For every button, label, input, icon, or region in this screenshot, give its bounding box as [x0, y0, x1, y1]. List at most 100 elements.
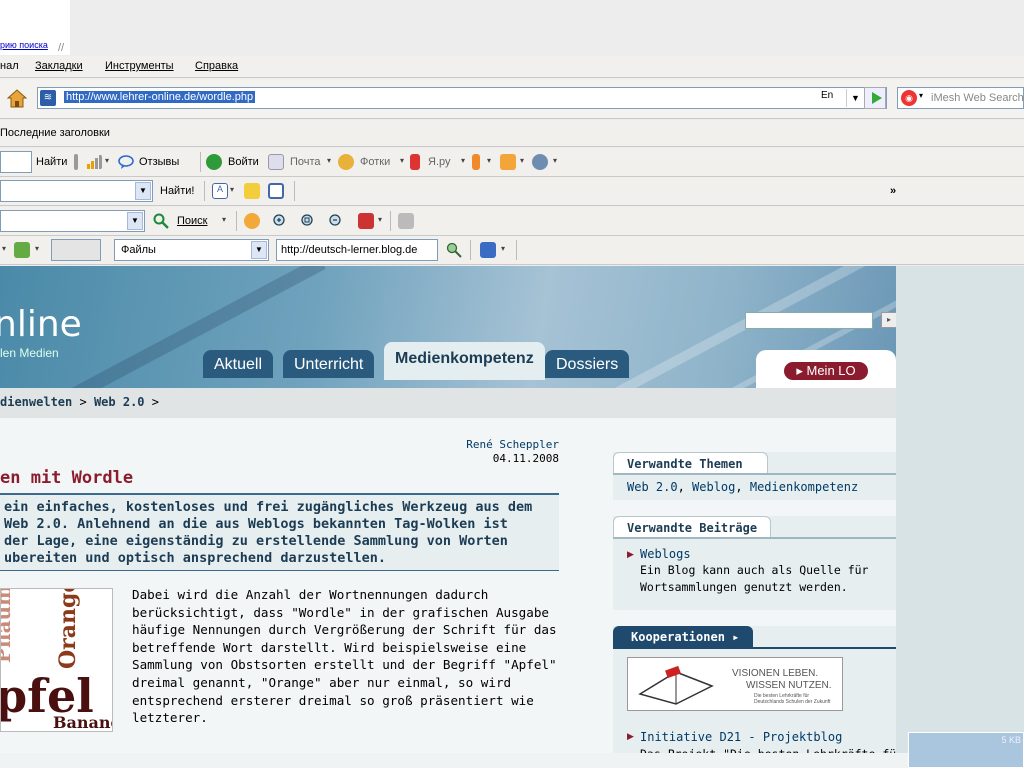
smiley-icon[interactable]	[244, 213, 260, 229]
photos-caret-icon[interactable]: ▾	[400, 156, 404, 165]
resize-grip-icon[interactable]: //	[58, 42, 64, 54]
settings-icon[interactable]	[532, 154, 548, 170]
search-icon[interactable]	[153, 213, 169, 229]
tab-aktuell[interactable]: Aktuell	[203, 350, 274, 378]
topic-link-web20[interactable]: Web 2.0	[627, 480, 678, 494]
toolbar-search-dropdown-2[interactable]: ▼	[127, 212, 143, 230]
visionen-banner[interactable]: VISIONEN LEBEN. WISSEN NUTZEN. Die beste…	[627, 657, 843, 711]
toolbar-search-input-2[interactable]: ▼	[0, 210, 145, 232]
imesh-icon[interactable]: ◉	[901, 90, 917, 106]
mail-icon[interactable]	[268, 154, 284, 170]
web-search-box[interactable]: ◉ ▾ iMesh Web Search	[897, 87, 1024, 109]
zoom-out-icon[interactable]	[328, 213, 344, 229]
site-logo[interactable]: nline	[0, 304, 82, 345]
visionen-small: Deutschlands Schulen der Zukunft	[754, 699, 831, 705]
body-line: häufige Nennungen durch Vergrößerung der…	[132, 622, 557, 638]
folder-caret-icon[interactable]: ▾	[520, 156, 524, 165]
home-icon[interactable]	[6, 87, 28, 109]
mail-button[interactable]: Почта	[290, 156, 321, 168]
site-search-go-icon[interactable]: ▸	[881, 312, 896, 328]
login-icon[interactable]	[206, 154, 222, 170]
menu-bookmarks[interactable]: Закладки	[35, 60, 83, 72]
yaru-caret-icon[interactable]: ▾	[461, 156, 465, 165]
speech-bubble-icon[interactable]	[118, 154, 134, 170]
highlighter-icon[interactable]	[244, 183, 260, 199]
address-bar[interactable]: ≋ http://www.lehrer-online.de/wordle.php…	[37, 87, 887, 109]
address-url-text[interactable]: http://www.lehrer-online.de/wordle.php	[64, 91, 256, 103]
plugin-caret-icon[interactable]: ▾	[35, 244, 39, 253]
menu-bookmarks-label: Закладки	[35, 60, 83, 72]
drag-handle-icon[interactable]	[74, 154, 78, 170]
visionen-line: WISSEN NUTZEN.	[746, 680, 832, 691]
settings-caret-icon[interactable]: ▾	[553, 156, 557, 165]
go-button[interactable]	[864, 87, 886, 109]
cooperations-title[interactable]: Kooperationen ▸	[613, 626, 753, 648]
search-caret-icon[interactable]: ▾	[222, 215, 226, 224]
menu-journal[interactable]: нал	[0, 60, 19, 72]
magnifier-icon[interactable]	[446, 242, 462, 258]
post-link-weblogs[interactable]: Weblogs	[640, 547, 691, 561]
search-history-link[interactable]: рию поиска	[0, 40, 48, 50]
yaru-button[interactable]: Я.ру	[428, 156, 451, 168]
zoom-fit-icon[interactable]	[300, 213, 316, 229]
photos-icon[interactable]	[338, 154, 354, 170]
topic-link-medienkompetenz[interactable]: Medienkompetenz	[750, 480, 858, 494]
topic-link-weblog[interactable]: Weblog	[692, 480, 735, 494]
tab-unterricht[interactable]: Unterricht	[283, 350, 375, 378]
files-select-dropdown[interactable]: ▼	[251, 241, 267, 259]
breadcrumb-trail: dienwelten > Web 2.0 >	[0, 395, 159, 409]
hand-button[interactable]	[51, 239, 101, 261]
post-description: Wortsammlungen genutzt werden.	[640, 580, 848, 594]
lead-line: ein einfaches, kostenloses und frei zugä…	[4, 499, 533, 515]
reviews-button[interactable]: Отзывы	[139, 156, 179, 168]
left-caret-icon[interactable]: ▾	[2, 244, 6, 253]
url-field[interactable]: http://deutsch-lerner.blog.de	[276, 239, 438, 261]
font-size-caret-icon[interactable]: ▾	[230, 185, 234, 194]
font-size-icon[interactable]: A	[212, 183, 228, 199]
download-arrow-icon[interactable]	[480, 242, 496, 258]
folder-icon[interactable]	[500, 154, 516, 170]
yandex-search-input[interactable]	[0, 151, 32, 173]
toolbar-overflow-button[interactable]: »	[890, 185, 896, 197]
pencil-icon[interactable]	[398, 213, 414, 229]
login-button[interactable]: Войти	[228, 156, 259, 168]
address-dropdown-button[interactable]: ▼	[846, 89, 864, 107]
tab-dossiers[interactable]: Dossiers	[545, 350, 630, 378]
toolbar-search-dropdown[interactable]: ▼	[135, 182, 151, 200]
site-search-input[interactable]	[745, 312, 873, 329]
bookmark-ribbon-icon[interactable]	[472, 154, 480, 170]
breadcrumb-medienwelten[interactable]: dienwelten	[0, 395, 72, 409]
d21-projektblog-link[interactable]: Initiative D21 - Projektblog	[640, 730, 842, 744]
breadcrumb-web20[interactable]: Web 2.0	[94, 395, 145, 409]
yaru-icon[interactable]	[410, 154, 420, 170]
download-status-popup[interactable]: 5 KB	[908, 732, 1024, 768]
language-icon[interactable]: En	[821, 90, 841, 106]
page-view-icon[interactable]	[268, 183, 284, 199]
ribbon-caret-icon[interactable]: ▾	[487, 156, 491, 165]
toolbar-search-input[interactable]: ▼	[0, 180, 153, 202]
download-caret-icon[interactable]: ▾	[378, 215, 382, 224]
menu-help[interactable]: Справка	[195, 60, 238, 72]
article-author-link[interactable]: René Scheppler	[462, 438, 559, 451]
files-select[interactable]: Файлы ▼	[114, 239, 269, 261]
find-button[interactable]: Найти!	[160, 185, 194, 197]
menu-tools[interactable]: Инструменты	[105, 60, 174, 72]
plugin-icon[interactable]	[14, 242, 30, 258]
download-arrow-caret-icon[interactable]: ▾	[501, 244, 505, 253]
bullet-icon: ▶	[627, 549, 634, 559]
zoom-in-icon[interactable]	[272, 213, 288, 229]
download-icon[interactable]	[358, 213, 374, 229]
signal-caret-icon[interactable]: ▾	[105, 156, 109, 165]
related-topics-title: Verwandte Themen	[613, 452, 768, 474]
tab-medienkompetenz[interactable]: Medienkompetenz	[384, 342, 545, 380]
photos-button[interactable]: Фотки	[360, 156, 390, 168]
mail-caret-icon[interactable]: ▾	[327, 156, 331, 165]
mein-lo-button[interactable]: ▸ Mein LO	[784, 362, 868, 380]
search-engine-caret-icon[interactable]: ▾	[919, 91, 923, 100]
related-posts-box: Verwandte Beiträge ▶ Weblogs Ein Blog ka…	[613, 516, 896, 610]
latest-headlines-bookmark[interactable]: Последние заголовки	[0, 127, 110, 139]
search-button[interactable]: Поиск	[177, 215, 207, 227]
yandex-find-button[interactable]: Найти	[36, 156, 67, 168]
book-logo-icon	[638, 665, 714, 705]
signal-bars-icon[interactable]	[86, 154, 102, 170]
